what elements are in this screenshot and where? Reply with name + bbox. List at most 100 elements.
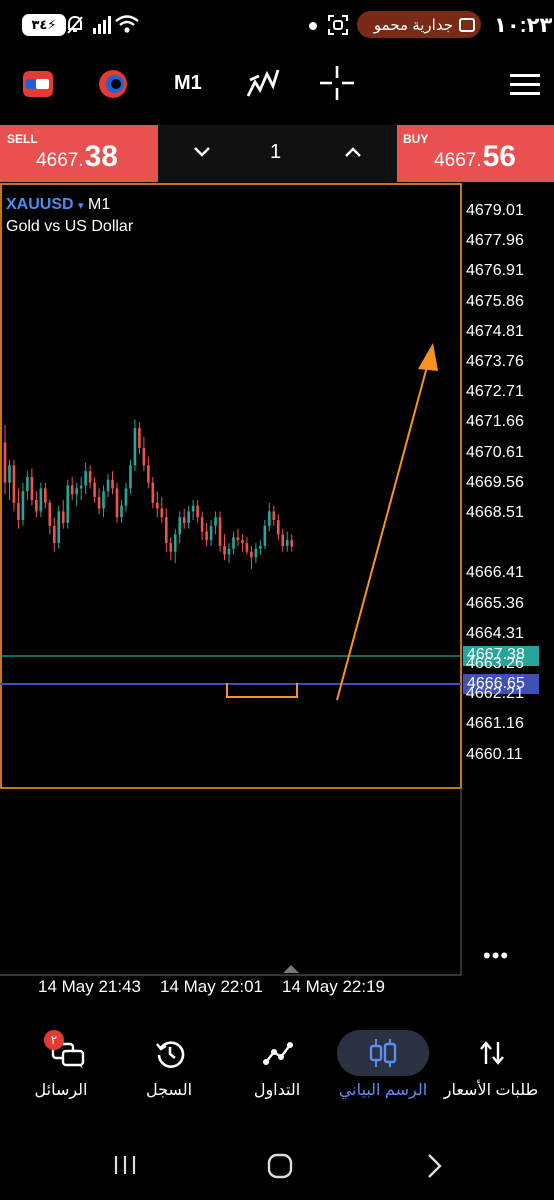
candle-body xyxy=(106,479,110,492)
candle-body xyxy=(61,511,65,523)
candle-body xyxy=(173,534,177,552)
price-axis-label: 4660.11 xyxy=(466,745,523,763)
video-icon xyxy=(459,17,475,32)
back-icon[interactable] xyxy=(426,1153,444,1179)
nav-quotes-label: طلبات الأسعار xyxy=(443,1082,539,1099)
candles-group xyxy=(3,419,294,569)
candle-body xyxy=(129,465,132,489)
symbol-timeframe: M1 xyxy=(88,196,111,213)
candle-body xyxy=(138,428,141,449)
candle-body xyxy=(227,548,231,555)
sell-price: 4667.38 xyxy=(36,140,118,174)
candle-body xyxy=(200,517,204,532)
signal-icon xyxy=(93,16,111,34)
candle-body xyxy=(75,488,78,495)
one-click-trading-bar: SELL 4667.38 1 BUY 4667.56 xyxy=(0,125,554,183)
candle-body xyxy=(156,502,159,509)
status-time: ١٠:٢٣ xyxy=(494,14,553,37)
chevron-down-icon[interactable] xyxy=(194,146,210,158)
candle-body xyxy=(254,548,258,558)
candle-body xyxy=(111,479,114,489)
candle-body xyxy=(178,517,182,535)
candle-body xyxy=(151,482,155,503)
notification-pill-text: جدارية محمو xyxy=(373,16,453,34)
notification-pill[interactable]: جدارية محمو xyxy=(357,11,481,38)
price-axis-label: 4666.41 xyxy=(466,564,524,582)
candle-body xyxy=(218,517,222,546)
chart-type-icon[interactable] xyxy=(22,70,54,98)
candle-body xyxy=(97,497,101,509)
price-axis-label: 4669.56 xyxy=(466,473,524,491)
indicators-icon[interactable] xyxy=(97,68,129,100)
candle-body xyxy=(241,540,244,544)
nav-quotes-icon-bg xyxy=(445,1030,537,1076)
drawing-tools-icon[interactable] xyxy=(245,66,281,102)
candle-body xyxy=(115,488,119,518)
history-icon xyxy=(156,1041,185,1068)
lot-value[interactable]: 1 xyxy=(270,141,281,164)
crosshair-icon[interactable] xyxy=(320,66,354,100)
candle-body xyxy=(245,543,249,552)
candle-body xyxy=(187,511,190,523)
symbol-name: XAUUSD xyxy=(6,196,74,213)
nav-history[interactable]: السجل xyxy=(114,1022,224,1112)
candle-body xyxy=(35,499,38,512)
dot-icon xyxy=(309,22,317,30)
orange-arrow-drawing[interactable] xyxy=(336,362,429,701)
sell-button[interactable]: SELL 4667.38 xyxy=(0,125,158,182)
candle-body xyxy=(160,508,164,518)
buy-button[interactable]: BUY 4667.56 xyxy=(397,125,554,182)
orange-bracket-drawing[interactable] xyxy=(226,683,298,698)
nav-trade-label: التداول xyxy=(253,1082,301,1099)
candle-body xyxy=(88,471,92,483)
chart-toolbar: M1 xyxy=(0,58,554,114)
nav-chart[interactable]: الرسم البياني xyxy=(328,1022,438,1112)
time-label-3: 14 May 22:19 xyxy=(282,977,386,996)
candle-body xyxy=(124,488,128,506)
candle-body xyxy=(21,491,25,521)
nav-quotes[interactable]: طلبات الأسعار xyxy=(436,1022,546,1112)
candle-body xyxy=(79,485,83,489)
nav-messages[interactable]: ٢ الرسائل xyxy=(6,1022,116,1112)
candle-body xyxy=(272,511,276,521)
chevron-up-icon[interactable] xyxy=(345,146,361,158)
candles-icon xyxy=(369,1039,397,1067)
battery-level: ٣٤ xyxy=(31,17,48,32)
trade-line-icon xyxy=(263,1042,293,1065)
lot-selector: 1 xyxy=(158,125,397,182)
messages-badge: ٢ xyxy=(44,1030,64,1050)
candle-body xyxy=(164,517,168,544)
candle-body xyxy=(214,517,217,526)
home-icon[interactable] xyxy=(267,1153,293,1179)
candle-body xyxy=(84,471,87,486)
more-options-icon[interactable]: ••• xyxy=(483,943,509,969)
quotes-arrows-icon xyxy=(480,1041,504,1065)
candle-body xyxy=(66,485,70,523)
scroll-marker[interactable] xyxy=(283,965,299,973)
sell-price-big: 38 xyxy=(84,140,118,173)
candle-body xyxy=(133,428,137,466)
price-axis-label: 4665.36 xyxy=(466,594,524,612)
nav-trade[interactable]: التداول xyxy=(222,1022,332,1112)
sell-label: SELL xyxy=(7,132,38,146)
bottom-navigation: طلبات الأسعار الرسم البياني التداول السج… xyxy=(0,1022,554,1112)
candle-body xyxy=(17,502,20,521)
nav-history-icon-bg xyxy=(123,1030,215,1076)
arrow-head xyxy=(418,343,438,371)
candle-body xyxy=(57,511,61,544)
screenshot-icon xyxy=(328,15,348,35)
recent-apps-icon[interactable] xyxy=(114,1154,136,1176)
symbol-header[interactable]: XAUUSD ▾ M1 xyxy=(6,196,110,214)
price-axis-label: 4672.71 xyxy=(466,383,524,401)
timeframe-button[interactable]: M1 xyxy=(174,72,202,95)
candle-body xyxy=(120,505,123,518)
candle-body xyxy=(268,511,271,526)
candle-body xyxy=(147,465,150,483)
menu-icon[interactable] xyxy=(510,72,540,96)
price-axis-label: 4679.01 xyxy=(466,202,524,219)
candle-body xyxy=(70,485,74,495)
price-axis-label: 4677.96 xyxy=(466,232,524,250)
chart-area[interactable]: 4679.01 4677.96 4676.91 4675.86 4674.81 4673.… xyxy=(0,183,554,1013)
symbol-dropdown-icon[interactable]: ▾ xyxy=(78,200,84,212)
candle-body xyxy=(196,505,199,518)
